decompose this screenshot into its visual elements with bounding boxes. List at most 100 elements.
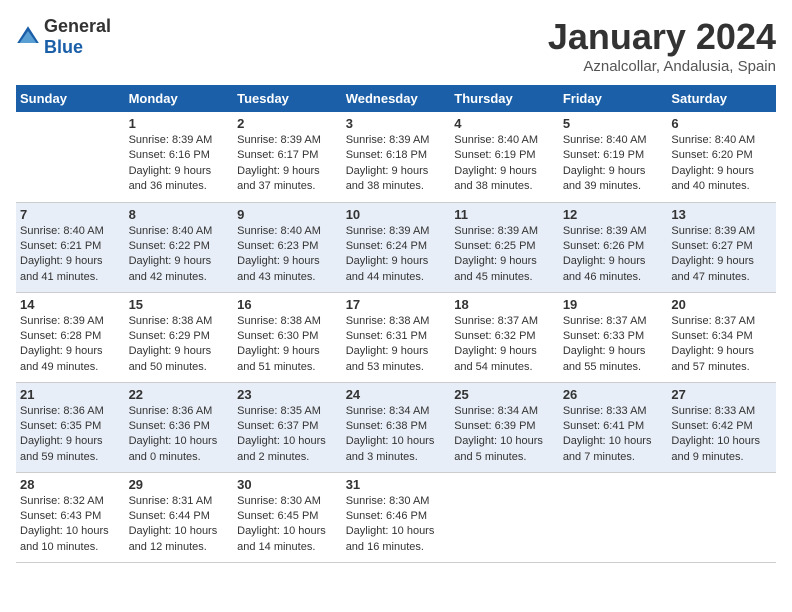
day-detail: Sunrise: 8:39 AMSunset: 6:25 PMDaylight:…	[454, 224, 555, 286]
title-area: January 2024 Aznalcollar, Andalusia, Spa…	[548, 16, 776, 75]
day-detail-line: and 40 minutes.	[671, 180, 749, 192]
day-detail-line: Sunrise: 8:39 AM	[237, 134, 321, 146]
day-detail: Sunrise: 8:34 AM Sunset: 6:39 PM Daylight:…	[454, 404, 555, 466]
calendar-day-cell: 9Sunrise: 8:40 AMSunset: 6:23 PMDaylight…	[233, 202, 342, 292]
day-number: 5	[563, 116, 664, 131]
day-detail-line: and 59 minutes.	[20, 451, 98, 463]
col-wednesday: Wednesday	[342, 85, 451, 112]
day-number: 13	[671, 207, 772, 222]
logo: General Blue	[16, 16, 111, 58]
day-detail-line: Daylight: 10 hours	[346, 435, 435, 447]
day-detail-line: Daylight: 9 hours	[563, 255, 646, 267]
day-detail: Sunrise: 8:40 AMSunset: 6:19 PMDaylight:…	[563, 133, 664, 195]
day-detail-line: Daylight: 9 hours	[671, 165, 754, 177]
day-detail-line: Sunset: 6:32 PM	[454, 330, 535, 342]
day-number: 21	[20, 387, 121, 402]
day-detail-line: and 9 minutes.	[671, 451, 743, 463]
day-detail: Sunrise: 8:33 AMSunset: 6:42 PMDaylight:…	[671, 404, 772, 466]
calendar-day-cell: 10 Sunrise: 8:39 AM Sunset: 6:24 PM Dayligh…	[342, 202, 451, 292]
day-detail-line: Daylight: 9 hours	[346, 345, 429, 357]
day-detail: Sunrise: 8:38 AMSunset: 6:31 PMDaylight:…	[346, 314, 447, 376]
calendar-day-cell: 8Sunrise: 8:40 AMSunset: 6:22 PMDaylight…	[125, 202, 234, 292]
calendar-day-cell	[16, 112, 125, 202]
logo-text-blue: Blue	[44, 37, 83, 57]
day-detail-line: and 57 minutes.	[671, 361, 749, 373]
day-detail: Sunrise: 8:39 AMSunset: 6:16 PMDaylight:…	[129, 133, 230, 195]
day-detail-line: Sunrise: 8:37 AM	[563, 315, 647, 327]
day-detail: Sunrise: 8:39 AMSunset: 6:26 PMDaylight:…	[563, 224, 664, 286]
day-detail-line: Daylight: 10 hours	[563, 435, 652, 447]
day-number: 8	[129, 207, 230, 222]
header-row: Sunday Monday Tuesday Wednesday Thursday…	[16, 85, 776, 112]
day-detail-line: Sunrise: 8:40 AM	[671, 134, 755, 146]
day-detail-line: and 38 minutes.	[454, 180, 532, 192]
day-detail: Sunrise: 8:37 AMSunset: 6:33 PMDaylight:…	[563, 314, 664, 376]
calendar-day-cell: 19 Sunrise: 8:37 AMSunset: 6:33 PMDayligh…	[559, 292, 668, 382]
day-detail-line: Daylight: 10 hours	[671, 435, 760, 447]
calendar-day-cell	[559, 472, 668, 562]
day-detail-line: Sunset: 6:26 PM	[563, 240, 644, 252]
calendar-day-cell: 30Sunrise: 8:30 AMSunset: 6:45 PMDayligh…	[233, 472, 342, 562]
day-detail-line: and 2 minutes.	[237, 451, 309, 463]
day-detail-line: Daylight: 9 hours	[237, 255, 320, 267]
day-detail-line: Daylight: 9 hours	[346, 165, 429, 177]
day-detail-line: and 41 minutes.	[20, 271, 98, 283]
day-detail: Sunrise: 8:35 AMSunset: 6:37 PMDaylight:…	[237, 404, 338, 466]
calendar-week-row: 21Sunrise: 8:36 AMSunset: 6:35 PMDayligh…	[16, 382, 776, 472]
day-detail-line: and 46 minutes.	[563, 271, 641, 283]
col-thursday: Thursday	[450, 85, 559, 112]
day-detail-line: and 42 minutes.	[129, 271, 207, 283]
day-detail: Sunrise: 8:39 AMSunset: 6:17 PMDaylight:…	[237, 133, 338, 195]
logo-text-general: General	[44, 16, 111, 36]
day-number: 17	[346, 297, 447, 312]
day-number: 19	[563, 297, 664, 312]
day-detail-line: Sunset: 6:39 PM	[454, 420, 535, 432]
day-detail-line: Daylight: 9 hours	[346, 255, 429, 267]
day-detail: Sunrise: 8:33 AMSunset: 6:41 PMDaylight:…	[563, 404, 664, 466]
day-detail-line: Daylight: 10 hours	[129, 525, 218, 537]
day-detail-line: Sunset: 6:28 PM	[20, 330, 101, 342]
calendar-day-cell: 29Sunrise: 8:31 AMSunset: 6:44 PMDayligh…	[125, 472, 234, 562]
calendar-day-cell: 16Sunrise: 8:38 AMSunset: 6:30 PMDayligh…	[233, 292, 342, 382]
day-number: 20	[671, 297, 772, 312]
day-detail-line: and 5 minutes.	[454, 451, 526, 463]
day-detail: Sunrise: 8:32 AMSunset: 6:43 PMDaylight:…	[20, 494, 121, 556]
day-detail: Sunrise: 8:39 AMSunset: 6:28 PMDaylight:…	[20, 314, 121, 376]
day-number: 10	[346, 207, 447, 222]
calendar-day-cell: 25Sunrise: 8:34 AMSunset: 6:39 PMDayligh…	[450, 382, 559, 472]
day-detail-line: Sunset: 6:21 PM	[20, 240, 101, 252]
day-detail: Sunrise: 8:39 AM Sunset: 6:24 PM Daylight:…	[346, 224, 447, 286]
day-detail-line: Sunrise: 8:39 AM	[346, 225, 430, 237]
day-detail-line: Daylight: 10 hours	[237, 525, 326, 537]
day-detail-line: and 36 minutes.	[129, 180, 207, 192]
calendar-day-cell: 3Sunrise: 8:39 AMSunset: 6:18 PMDaylight…	[342, 112, 451, 202]
day-detail-line: Daylight: 9 hours	[671, 345, 754, 357]
day-detail-line: and 39 minutes.	[563, 180, 641, 192]
day-detail: Sunrise: 8:40 AMSunset: 6:19 PMDaylight:…	[454, 133, 555, 195]
calendar-day-cell: 21Sunrise: 8:36 AMSunset: 6:35 PMDayligh…	[16, 382, 125, 472]
day-detail-line: Sunrise: 8:34 AM	[454, 405, 538, 417]
day-detail-line: Sunset: 6:43 PM	[20, 510, 101, 522]
day-number: 7	[20, 207, 121, 222]
day-number: 23	[237, 387, 338, 402]
calendar-week-row: 14Sunrise: 8:39 AMSunset: 6:28 PMDayligh…	[16, 292, 776, 382]
calendar-day-cell: 1Sunrise: 8:39 AMSunset: 6:16 PMDaylight…	[125, 112, 234, 202]
day-detail-line: Daylight: 9 hours	[237, 165, 320, 177]
day-detail-line: Sunset: 6:38 PM	[346, 420, 427, 432]
day-detail: Sunrise: 8:36 AMSunset: 6:36 PMDaylight:…	[129, 404, 230, 466]
day-detail-line: Daylight: 10 hours	[454, 435, 543, 447]
calendar-day-cell: 2Sunrise: 8:39 AMSunset: 6:17 PMDaylight…	[233, 112, 342, 202]
day-detail: Sunrise: 8:31 AMSunset: 6:44 PMDaylight:…	[129, 494, 230, 556]
day-detail-line: Sunrise: 8:36 AM	[129, 405, 213, 417]
calendar-day-cell: 13Sunrise: 8:39 AMSunset: 6:27 PMDayligh…	[667, 202, 776, 292]
day-detail-line: Sunset: 6:24 PM	[346, 240, 427, 252]
col-sunday: Sunday	[16, 85, 125, 112]
day-detail-line: Sunset: 6:30 PM	[237, 330, 318, 342]
calendar-day-cell: 14Sunrise: 8:39 AMSunset: 6:28 PMDayligh…	[16, 292, 125, 382]
day-number: 18	[454, 297, 555, 312]
day-detail-line: Daylight: 10 hours	[129, 435, 218, 447]
day-detail-line: Sunrise: 8:30 AM	[237, 495, 321, 507]
day-detail-line: Sunrise: 8:38 AM	[237, 315, 321, 327]
day-number: 4	[454, 116, 555, 131]
day-detail-line: Daylight: 10 hours	[20, 525, 109, 537]
